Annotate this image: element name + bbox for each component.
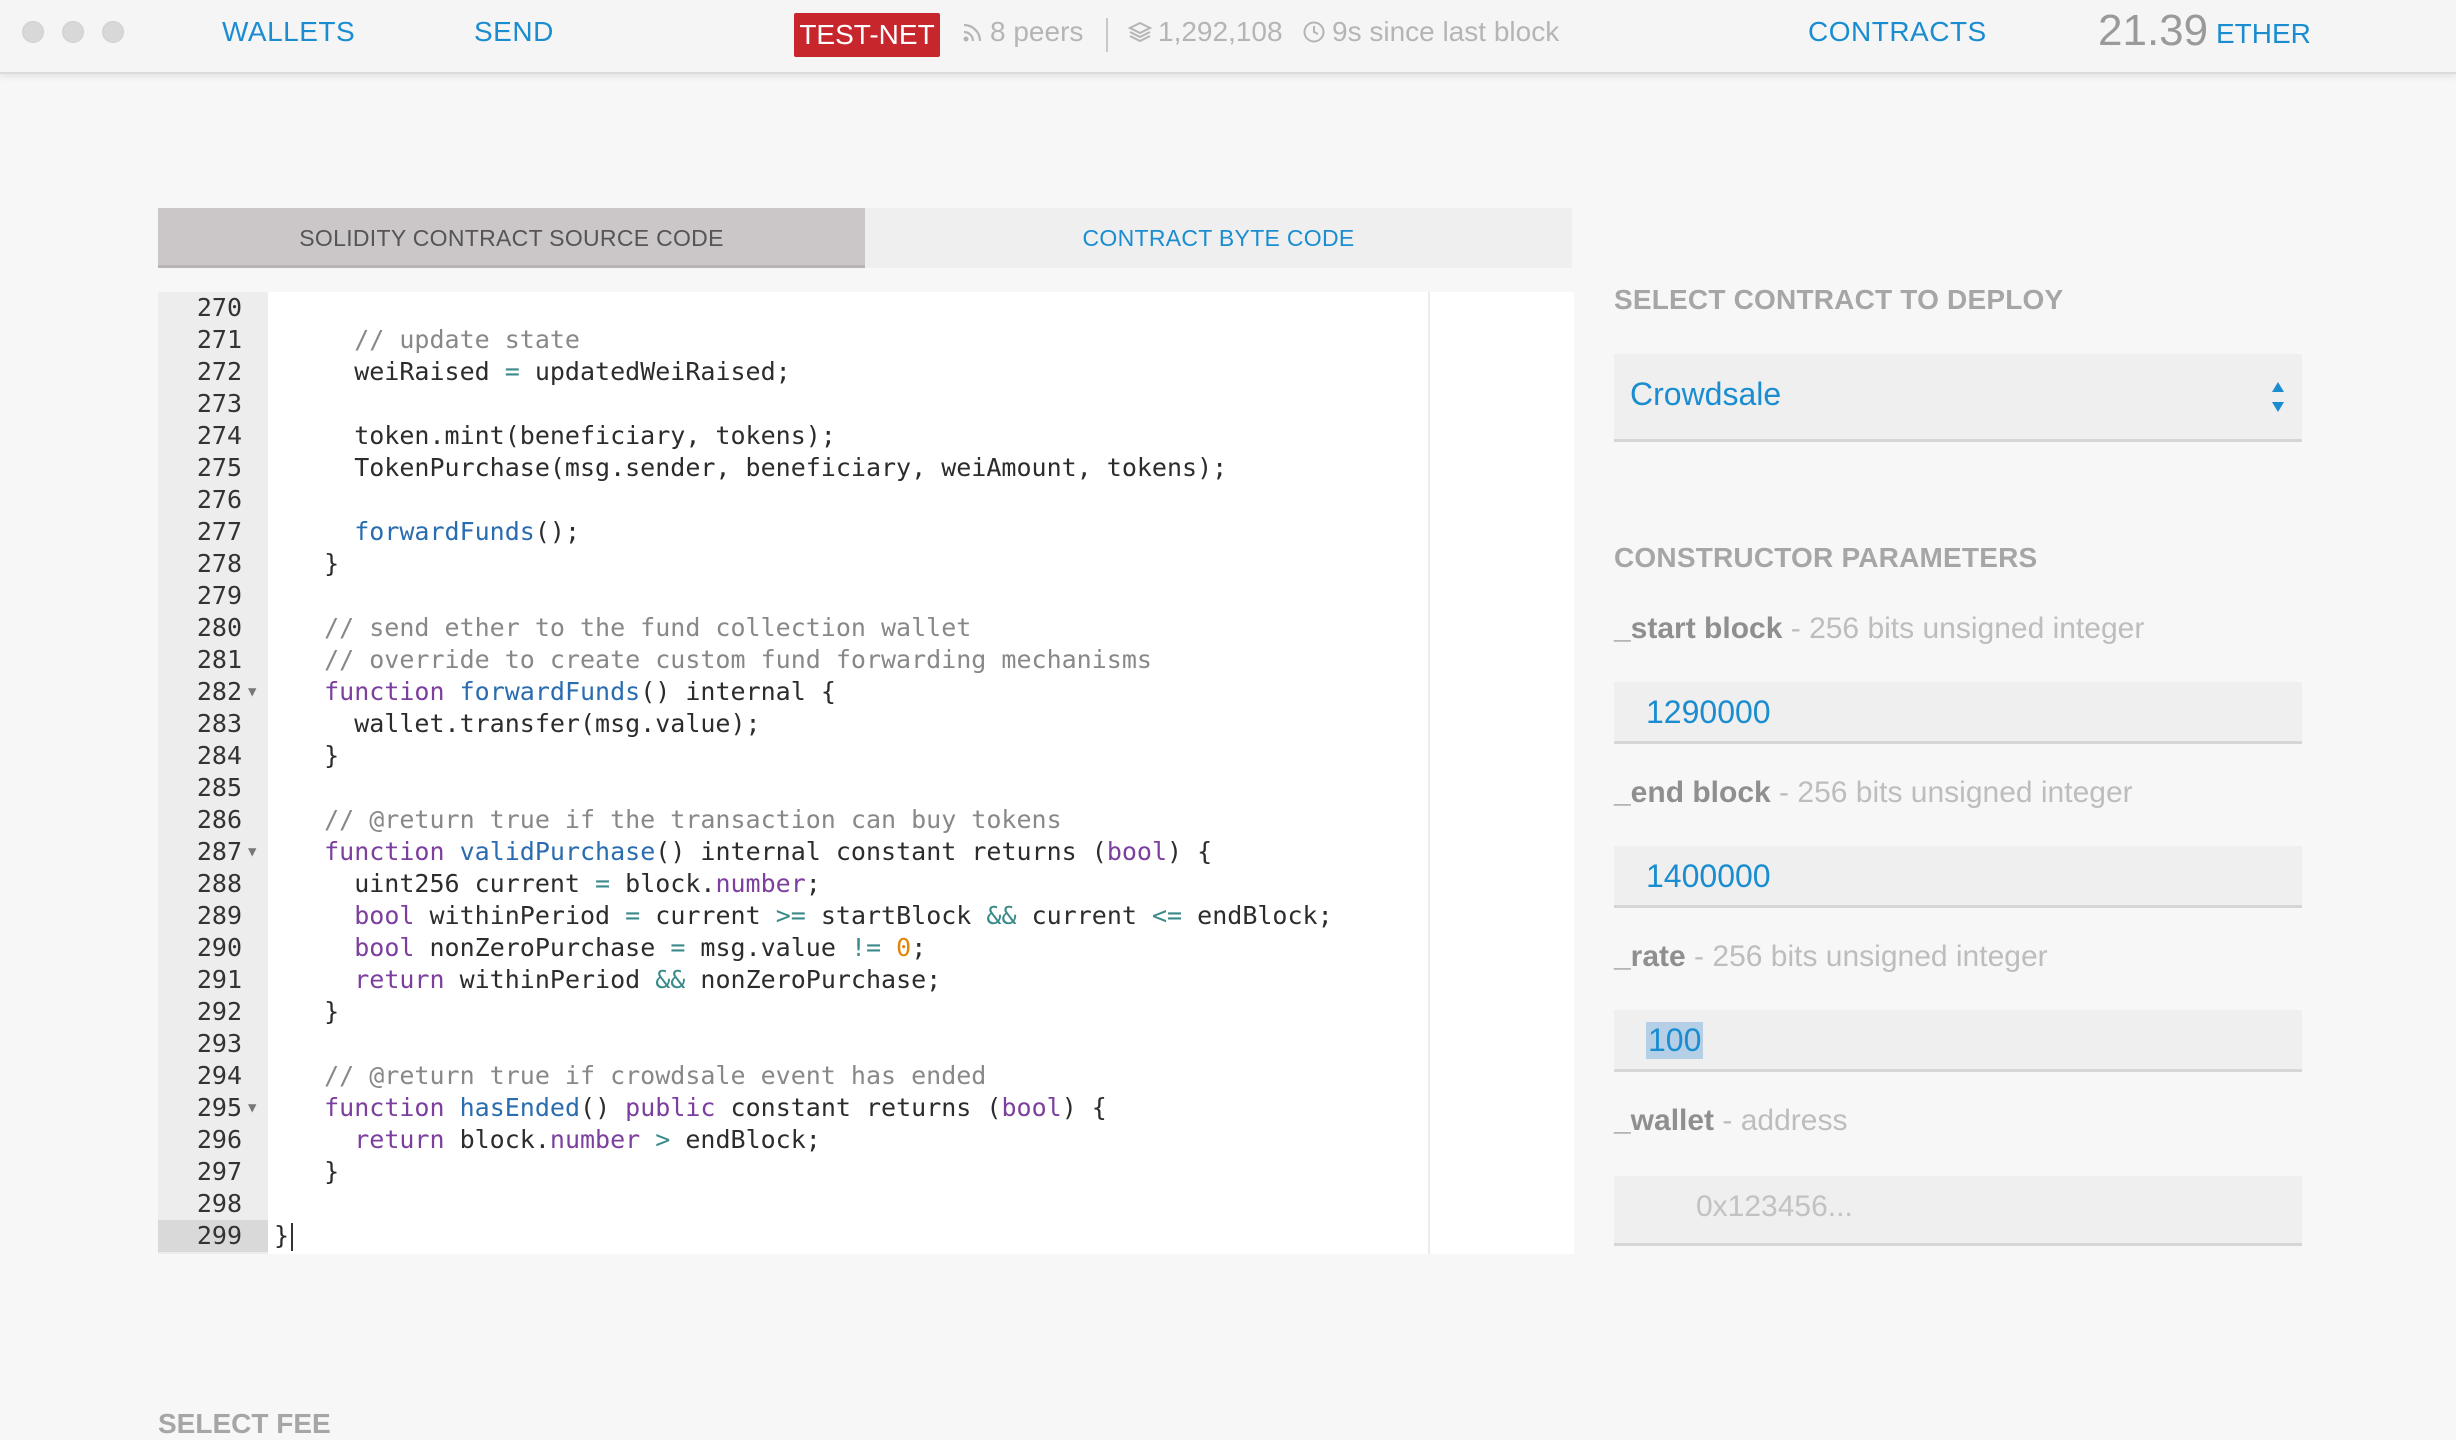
select-contract-title: SELECT CONTRACT TO DEPLOY [1614,284,2064,315]
tab-solidity-source[interactable]: SOLIDITY CONTRACT SOURCE CODE [158,208,865,268]
window-minimize-button[interactable] [62,21,84,43]
select-arrows-icon [2272,382,2284,412]
code-line: 272 weiRaised = updatedWeiRaised; [196,357,791,386]
rate-input[interactable]: 100 [1614,1010,2302,1072]
code-line: 276 [196,485,242,514]
contract-select[interactable]: Crowdsale [1614,354,2302,442]
nav-wallets-link[interactable]: WALLETS [222,16,355,48]
code-line: 275 TokenPurchase(msg.sender, beneficiar… [196,453,1228,482]
window-close-button[interactable] [22,21,44,43]
fold-arrow-icon[interactable]: ▼ [248,1092,256,1124]
network-badge: TEST-NET [794,13,940,57]
code-line: 287 ▼ function validPurchase() internal c… [196,836,1213,868]
code-line: 286 // @return true if the transaction c… [196,805,1062,834]
code-line: 290 bool nonZeroPurchase = msg.value != … [196,933,927,962]
wallet-address-input[interactable]: 0x123456... [1614,1176,2302,1246]
peers-status: 8 peers [962,16,1083,48]
param-label-wallet: _wallet - address [1614,1104,1848,1137]
param-label-rate: _rate - 256 bits unsigned integer [1614,940,2048,973]
code-line: 297 } [196,1157,340,1186]
top-navigation-bar: WALLETS SEND TEST-NET 8 peers 1,292,108 … [0,0,2456,74]
nav-contracts-link[interactable]: CONTRACTS [1808,16,1987,48]
code-tabs: SOLIDITY CONTRACT SOURCE CODE CONTRACT B… [158,208,1572,268]
peers-count: 8 peers [990,16,1084,47]
code-line: 279 [196,581,242,610]
source-code-editor[interactable]: 270 271 // update state 272 weiRaised = … [158,292,1574,1254]
code-line: 291 return withinPeriod && nonZeroPurcha… [196,965,942,994]
code-line: 294 // @return true if crowdsale event h… [196,1061,987,1090]
text-cursor [291,1223,294,1251]
code-line: 284 } [196,741,340,770]
status-divider [1106,18,1108,52]
code-line: 288 uint256 current = block.number; [196,869,821,898]
code-line: 283 wallet.transfer(msg.value); [196,709,761,738]
code-line: 280 // send ether to the fund collection… [196,613,972,642]
block-number: 1,292,108 [1158,16,1283,47]
clock-icon [1303,21,1325,43]
balance-unit[interactable]: ETHER [2216,18,2311,50]
code-line: 295 ▼ function hasEnded() public constant… [196,1092,1107,1124]
window-zoom-button[interactable] [102,21,124,43]
code-line: 293 [196,1029,242,1058]
constructor-parameters-title: CONSTRUCTOR PARAMETERS [1614,542,2038,573]
code-line: 270 [196,293,242,322]
time-since-last-block: 9s since last block [1332,16,1560,47]
code-line: 273 [196,389,242,418]
code-line: 298 [196,1189,242,1218]
fold-arrow-icon[interactable]: ▼ [248,676,256,708]
code-line: 292 } [196,997,340,1026]
code-line: 281 // override to create custom fund fo… [196,645,1152,674]
code-line: 296 return block.number > endBlock; [196,1125,821,1154]
end-block-input[interactable]: 1400000 [1614,846,2302,908]
code-line: 278 } [196,549,340,578]
last-block-status: 9s since last block [1302,16,1559,48]
start-block-input[interactable]: 1290000 [1614,682,2302,744]
code-line-current: 299} [158,1220,1574,1252]
nav-send-link[interactable]: SEND [474,16,554,48]
balance-amount: 21.39 [2098,6,2209,55]
param-label-end-block: _end block - 256 bits unsigned integer [1614,776,2133,809]
block-status: 1,292,108 [1128,16,1283,48]
code-line: 274 token.mint(beneficiary, tokens); [196,421,836,450]
selected-contract-value: Crowdsale [1630,376,1782,412]
param-label-start-block: _start block - 256 bits unsigned integer [1614,612,2145,645]
select-fee-title: SELECT FEE [158,1408,331,1439]
code-line: 289 bool withinPeriod = current >= start… [196,901,1333,930]
layers-icon [1128,21,1152,43]
fold-arrow-icon[interactable]: ▼ [248,836,256,868]
code-line: 271 // update state [196,325,580,354]
tab-contract-bytecode[interactable]: CONTRACT BYTE CODE [865,208,1572,268]
code-line: 285 [196,773,242,802]
code-line: 282 ▼ function forwardFunds() internal { [196,676,836,708]
peers-icon [963,23,982,42]
code-line: 277 forwardFunds(); [196,517,580,546]
